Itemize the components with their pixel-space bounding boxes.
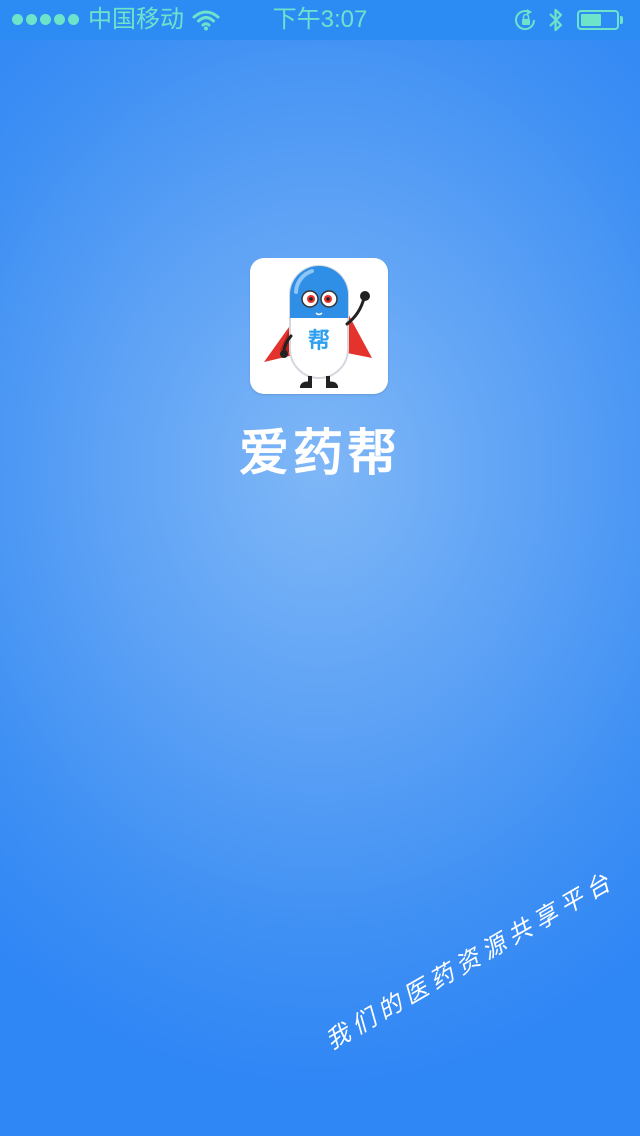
bluetooth-icon — [548, 7, 564, 40]
rotation-lock-icon — [514, 9, 538, 38]
battery-tip — [620, 16, 623, 24]
battery-icon — [577, 10, 619, 30]
battery-level — [581, 14, 601, 26]
app-slogan: 我们的医药资源共享平台 — [320, 865, 621, 1056]
app-name: 爱药帮 — [239, 424, 401, 482]
status-time: 下午3:07 — [272, 6, 368, 33]
logo-character: 帮 — [308, 328, 330, 354]
app-logo: 帮 — [250, 258, 388, 394]
status-bar: 中国移动 下午3:07 — [0, 0, 640, 40]
